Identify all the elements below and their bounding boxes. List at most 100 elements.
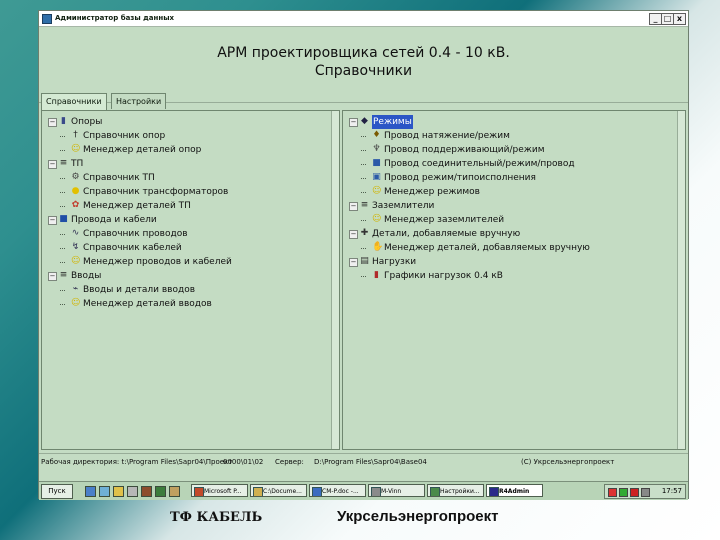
tree-connector	[60, 150, 65, 151]
hand-icon: ✋	[372, 242, 384, 252]
left-tree-item[interactable]: ↯ Справочник кабелей	[42, 241, 329, 255]
tree-item-label: ТП	[71, 159, 84, 169]
right-tree-item[interactable]: − ◆ Режимы	[343, 115, 675, 129]
window-titlebar[interactable]: Администратор базы данных _ □ x	[39, 11, 688, 27]
left-scrollbar[interactable]	[331, 111, 339, 449]
left-tree-item[interactable]: † Справочник опор	[42, 129, 329, 143]
collapse-toggle-icon[interactable]: −	[48, 160, 57, 169]
left-tree-item[interactable]: ⌁ Вводы и детали вводов	[42, 283, 329, 297]
tree-connector	[361, 276, 366, 277]
app-window: Администратор базы данных _ □ x АРМ прое…	[38, 10, 689, 500]
app-icon[interactable]	[127, 486, 138, 497]
collapse-toggle-icon[interactable]: −	[48, 272, 57, 281]
volume-icon[interactable]	[641, 488, 650, 497]
tool-icon[interactable]	[169, 486, 180, 497]
pole-icon: †	[73, 130, 78, 140]
collapse-toggle-icon[interactable]: −	[48, 216, 57, 225]
task-app-icon	[489, 487, 499, 496]
tree-item-label: Справочник проводов	[83, 229, 188, 239]
left-tree-item[interactable]: ☺ Менеджер проводов и кабелей	[42, 255, 329, 269]
tree-connector	[361, 192, 366, 193]
taskbar-task-button[interactable]: CM-P.doc -...	[309, 484, 366, 497]
desktop-icon[interactable]	[99, 486, 110, 497]
taskbar: Пуск Microsoft P... C:\Docume... CM-P.doc …	[39, 481, 688, 500]
left-tree-item[interactable]: − ▮ Опоры	[42, 115, 329, 129]
taskbar-task-button[interactable]: Настройки...	[427, 484, 484, 497]
close-button[interactable]: x	[673, 13, 686, 25]
collapse-toggle-icon[interactable]: −	[349, 118, 358, 127]
tree-item-label: Менеджер деталей вводов	[83, 299, 212, 309]
ie-icon[interactable]	[85, 486, 96, 497]
left-tree-item[interactable]: ☺ Менеджер деталей опор	[42, 143, 329, 157]
explorer-icon[interactable]	[155, 486, 166, 497]
collapse-toggle-icon[interactable]: −	[48, 118, 57, 127]
right-tree-pane: − ◆ Режимы ♦ Провод натяжение/режим ♆ Провод п…	[342, 110, 686, 450]
tree-item-label: Заземлители	[372, 201, 435, 211]
tab-settings[interactable]: Настройки	[111, 93, 167, 109]
folder-icon[interactable]	[113, 486, 124, 497]
right-tree-item[interactable]: ▮ Графики нагрузок 0.4 кВ	[343, 269, 675, 283]
left-tree-item[interactable]: − ≡ ТП	[42, 157, 329, 171]
tab-directories[interactable]: Справочники	[41, 93, 107, 110]
right-tree-item[interactable]: ♆ Провод поддерживающий/режим	[343, 143, 675, 157]
collapse-toggle-icon[interactable]: −	[349, 230, 358, 239]
left-tree-item[interactable]: ☺ Менеджер деталей вводов	[42, 297, 329, 311]
right-tree-item[interactable]: ■ Провод соединительный/режим/провод	[343, 157, 675, 171]
right-tree-item[interactable]: − ▤ Нагрузки	[343, 255, 675, 269]
type-icon: ▣	[372, 172, 381, 182]
tree-connector	[60, 136, 65, 137]
footer-right-caption: Укрсельэнергопроект	[337, 508, 499, 525]
status-server-path: D:\Program Files\Sapr04\Base04	[314, 458, 427, 466]
left-tree-item[interactable]: ⚙ Справочник ТП	[42, 171, 329, 185]
taskbar-task-button[interactable]: C:\Docume...	[250, 484, 307, 497]
footer-left-caption: ТФ КАБЕЛЬ	[170, 510, 263, 525]
right-tree-item[interactable]: − ✚ Детали, добавляемые вручную	[343, 227, 675, 241]
tree-connector	[361, 248, 366, 249]
taskbar-task-button[interactable]: M-Vinn	[368, 484, 425, 497]
tree-item-label: Графики нагрузок 0.4 кВ	[384, 271, 503, 281]
tree-item-label: Справочник трансформаторов	[83, 187, 229, 197]
collapse-toggle-icon[interactable]: −	[349, 258, 358, 267]
right-tree-item[interactable]: ☺ Менеджер заземлителей	[343, 213, 675, 227]
taskbar-task-button[interactable]: Microsoft P...	[191, 484, 248, 497]
tree-connector	[60, 290, 65, 291]
cable-icon: ↯	[71, 242, 80, 252]
task-label: CM-P.doc -...	[322, 488, 359, 495]
right-tree-item[interactable]: − ≡ Заземлители	[343, 199, 675, 213]
status-bar: Рабочая директория: t:\Program Files\Sap…	[39, 453, 688, 470]
manager-icon: ☺	[71, 256, 81, 266]
network-icon[interactable]	[619, 488, 628, 497]
left-tree-item[interactable]: − ■ Провода и кабели	[42, 213, 329, 227]
left-tree-item[interactable]: ✿ Менеджер деталей ТП	[42, 199, 329, 213]
antivirus-icon[interactable]	[608, 488, 617, 497]
start-button[interactable]: Пуск	[41, 484, 73, 499]
keyboard-icon[interactable]	[630, 488, 639, 497]
clock: 17:57	[661, 487, 682, 495]
collapse-toggle-icon[interactable]: −	[349, 202, 358, 211]
tree-item-label: Режимы	[372, 115, 413, 129]
left-tree-item[interactable]: − ≡ Вводы	[42, 269, 329, 283]
left-tree-item[interactable]: ∿ Справочник проводов	[42, 227, 329, 241]
left-tree-item[interactable]: ● Справочник трансформаторов	[42, 185, 329, 199]
tree-item-label: Справочник ТП	[83, 173, 155, 183]
app-header: АРМ проектировщика сетей 0.4 - 10 кВ. Сп…	[39, 27, 688, 103]
status-server-label: Сервер:	[275, 458, 304, 466]
tree-item-label: Провода и кабели	[71, 215, 157, 225]
right-tree-item[interactable]: ✋ Менеджер деталей, добавляемых вручную	[343, 241, 675, 255]
book-icon: ■	[59, 214, 68, 224]
media-icon[interactable]	[141, 486, 152, 497]
tree-item-label: Менеджер деталей опор	[83, 145, 202, 155]
tree-item-label: Менеджер деталей ТП	[83, 201, 191, 211]
task-app-icon	[371, 487, 381, 496]
right-tree-item[interactable]: ☺ Менеджер режимов	[343, 185, 675, 199]
modes-icon: ◆	[361, 116, 368, 126]
page-title: АРМ проектировщика сетей 0.4 - 10 кВ.	[217, 45, 510, 61]
right-tree: − ◆ Режимы ♦ Провод натяжение/режим ♆ Провод п…	[343, 115, 675, 283]
right-tree-item[interactable]: ♦ Провод натяжение/режим	[343, 129, 675, 143]
status-copyright: (С) Укрсельэнергопроект	[521, 458, 615, 466]
taskbar-task-button[interactable]: R4Admin	[486, 484, 543, 497]
tree-connector	[361, 220, 366, 221]
right-scrollbar[interactable]	[677, 111, 685, 449]
task-app-icon	[194, 487, 204, 496]
right-tree-item[interactable]: ▣ Провод режим/типоисполнения	[343, 171, 675, 185]
